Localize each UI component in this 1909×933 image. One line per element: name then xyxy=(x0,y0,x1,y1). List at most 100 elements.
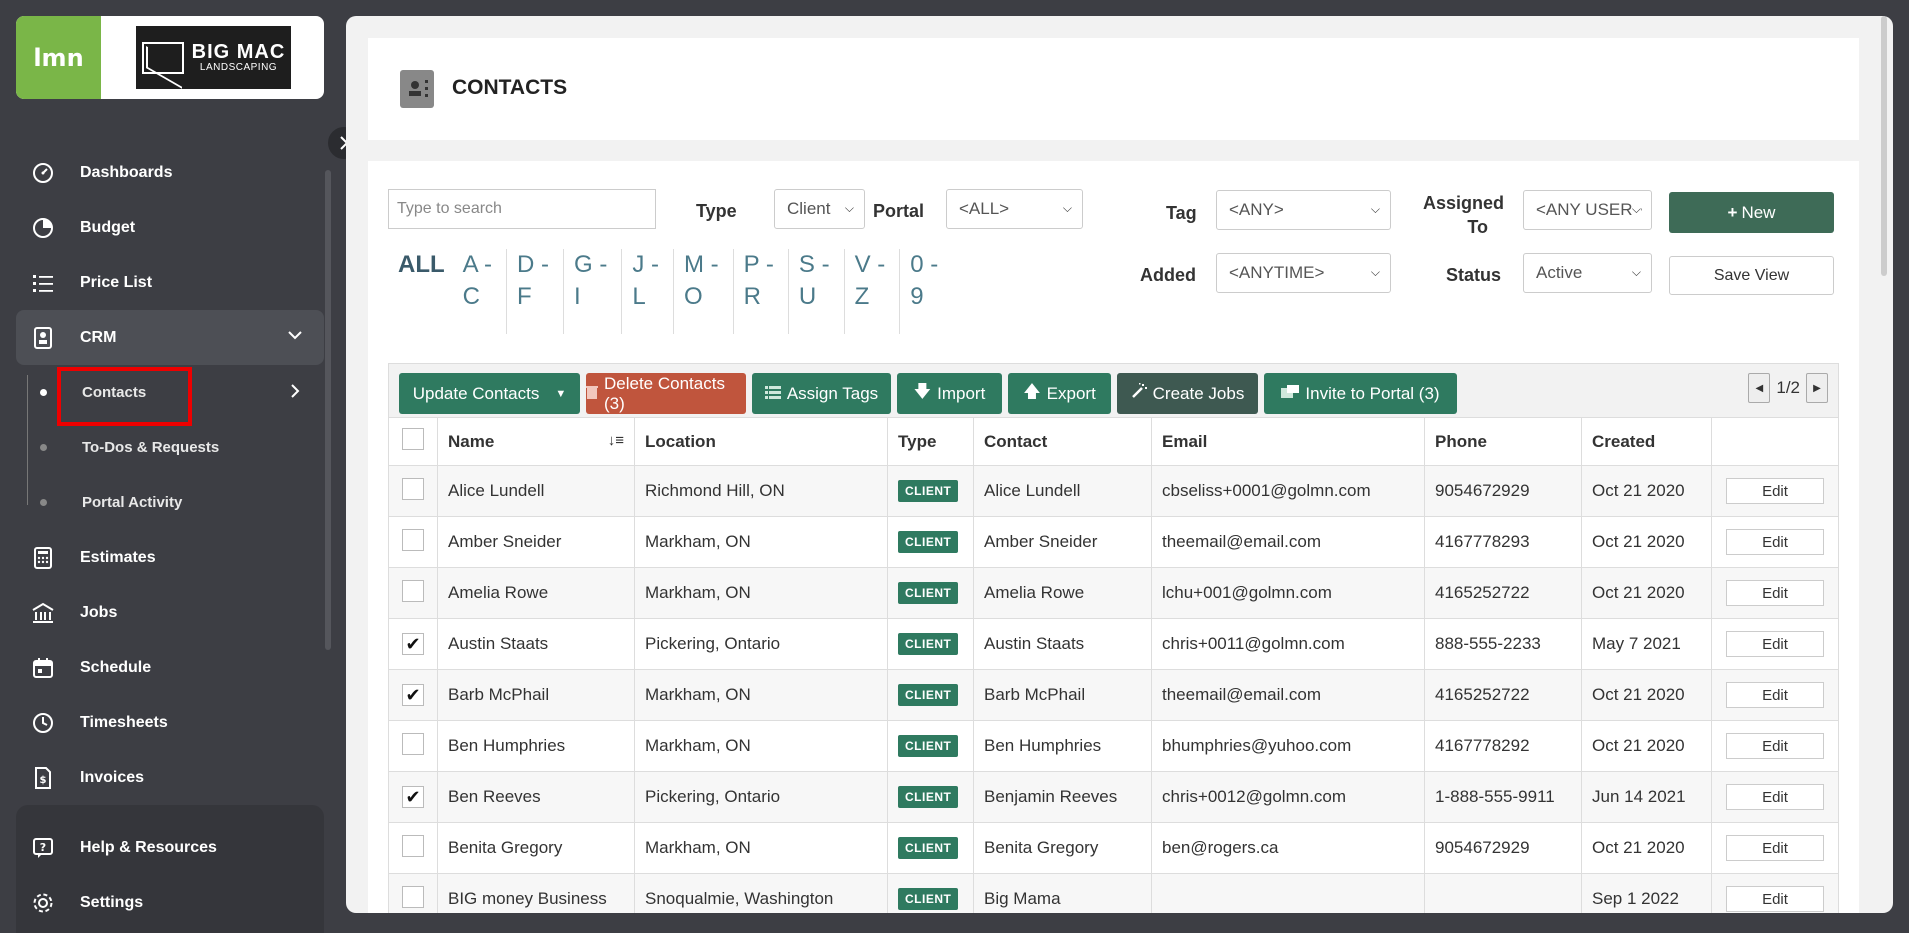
column-header-type[interactable]: Type xyxy=(887,417,974,466)
alpha-0-9[interactable]: 0 -9 xyxy=(900,249,952,334)
nav-item-timesheets[interactable]: Timesheets xyxy=(16,695,324,750)
nav-sub-portal-activity[interactable]: Portal Activity xyxy=(16,475,324,530)
alpha-m-o[interactable]: M - O xyxy=(674,249,734,334)
column-header-created[interactable]: Created xyxy=(1581,417,1712,466)
alpha-label: Z xyxy=(854,283,870,310)
nav-item-estimates[interactable]: Estimates xyxy=(16,530,324,585)
row-checkbox[interactable] xyxy=(402,885,424,908)
cell-email xyxy=(1151,873,1425,913)
lmn-logo[interactable]: lmn xyxy=(16,16,101,99)
alpha-a-c[interactable]: A - C xyxy=(453,249,507,334)
previous-page-button[interactable]: ◀ xyxy=(1748,373,1771,403)
column-header-contact[interactable]: Contact xyxy=(973,417,1152,466)
nav-item-crm[interactable]: CRM xyxy=(16,310,324,365)
invite-portal-button[interactable]: Invite to Portal (3) xyxy=(1264,373,1457,414)
export-button[interactable]: 🡅 Export xyxy=(1008,373,1111,414)
alpha-label: L xyxy=(632,283,646,310)
nav-item-price-list[interactable]: Price List xyxy=(16,255,324,310)
status-value: Active xyxy=(1536,263,1583,282)
table-row[interactable]: Ben Humphries Markham, ON CLIENT Ben Humphr… xyxy=(388,720,1839,772)
name-text: Benita Gregory xyxy=(448,838,563,857)
alpha-all[interactable]: ALL xyxy=(388,249,453,334)
alpha-s-u[interactable]: S - U xyxy=(789,249,845,334)
added-select[interactable]: <ANYTIME> ⌵ xyxy=(1216,253,1391,293)
alpha-v-z[interactable]: V - Z xyxy=(845,249,901,334)
table-row[interactable]: Amelia Rowe Markham, ON CLIENT Amelia Rowe l… xyxy=(388,567,1839,619)
row-checkbox[interactable] xyxy=(402,528,424,551)
sort-descending-icon[interactable]: ↓≡ xyxy=(608,432,624,449)
tags-icon xyxy=(764,384,781,404)
table-row[interactable]: Alice Lundell Richmond Hill, ON CLIENT Alic… xyxy=(388,465,1839,517)
row-checkbox[interactable]: ✔ xyxy=(402,684,424,706)
row-checkbox[interactable] xyxy=(402,579,424,602)
assign-tags-button[interactable]: Assign Tags xyxy=(752,373,891,414)
edit-button[interactable]: Edit xyxy=(1726,631,1824,657)
alpha-label: R xyxy=(743,283,761,310)
nav-item-invoices[interactable]: $ Invoices xyxy=(16,750,324,805)
alpha-g-i[interactable]: G - I xyxy=(564,249,623,334)
assigned-to-select[interactable]: <ANY USER> ⌵ xyxy=(1523,190,1652,230)
edit-button[interactable]: Edit xyxy=(1726,478,1824,504)
cell-type: CLIENT xyxy=(887,567,974,619)
sidebar-scrollbar[interactable] xyxy=(325,170,331,650)
nav-item-settings[interactable]: Settings xyxy=(16,875,324,930)
create-jobs-button[interactable]: Create Jobs xyxy=(1117,373,1258,414)
cell-phone: 9054672929 xyxy=(1424,822,1582,874)
table-row[interactable]: ✔ Ben Reeves Pickering, Ontario CLIENT Benja… xyxy=(388,771,1839,823)
row-checkbox[interactable] xyxy=(402,834,424,857)
delete-contacts-button[interactable]: Delete Contacts (3) xyxy=(586,373,746,414)
nav-item-jobs[interactable]: Jobs xyxy=(16,585,324,640)
nav-item-budget[interactable]: Budget xyxy=(16,200,324,255)
edit-button[interactable]: Edit xyxy=(1726,682,1824,708)
nav-item-help[interactable]: ? Help & Resources xyxy=(16,820,324,875)
column-header-name[interactable]: Name ↓≡ xyxy=(437,417,635,466)
alpha-label: I xyxy=(574,283,581,310)
table-row[interactable]: ✔ Barb McPhail Markham, ON CLIENT Barb McPha… xyxy=(388,669,1839,721)
client-type-badge: CLIENT xyxy=(898,531,959,553)
cell-email: bhumphries@yuhoo.com xyxy=(1151,720,1425,772)
invite-label: Invite to Portal (3) xyxy=(1305,383,1440,403)
update-contacts-button[interactable]: Update Contacts ▼ xyxy=(399,373,580,414)
row-checkbox[interactable]: ✔ xyxy=(402,786,424,808)
table-row[interactable]: Benita Gregory Markham, ON CLIENT Benita Gr… xyxy=(388,822,1839,874)
tag-select[interactable]: <ANY> ⌵ xyxy=(1216,190,1391,230)
edit-button[interactable]: Edit xyxy=(1726,886,1824,912)
email-text: chris+0011@golmn.com xyxy=(1162,634,1345,653)
main-scrollbar[interactable] xyxy=(1881,16,1887,276)
cell-edit: Edit xyxy=(1711,618,1839,670)
table-row[interactable]: ✔ Austin Staats Pickering, Ontario CLIENT Au… xyxy=(388,618,1839,670)
nav-item-schedule[interactable]: Schedule xyxy=(16,640,324,695)
import-button[interactable]: 🡇 Import xyxy=(897,373,1002,414)
row-checkbox[interactable]: ✔ xyxy=(402,633,424,655)
search-input[interactable]: Type to search xyxy=(388,189,656,229)
portal-select[interactable]: <ALL> ⌵ xyxy=(946,189,1083,229)
column-header-location[interactable]: Location xyxy=(634,417,888,466)
nav-item-dashboards[interactable]: Dashboards xyxy=(16,145,324,200)
status-select[interactable]: Active ⌵ xyxy=(1523,253,1652,293)
cell-contact: Amber Sneider xyxy=(973,516,1152,568)
row-checkbox[interactable] xyxy=(402,732,424,755)
table-row[interactable]: Amber Sneider Markham, ON CLIENT Amber Snei… xyxy=(388,516,1839,568)
row-checkbox[interactable] xyxy=(402,477,424,500)
edit-button[interactable]: Edit xyxy=(1726,784,1824,810)
new-contact-button[interactable]: + New xyxy=(1669,192,1834,233)
edit-button[interactable]: Edit xyxy=(1726,733,1824,759)
tag-value: <ANY> xyxy=(1229,200,1284,219)
save-view-button[interactable]: Save View xyxy=(1669,256,1834,295)
nav-sub-todos[interactable]: To-Dos & Requests xyxy=(16,420,324,475)
trash-icon xyxy=(586,384,598,404)
alpha-j-l[interactable]: J - L xyxy=(622,249,674,334)
type-select[interactable]: Client ⌵ xyxy=(774,189,865,229)
table-row[interactable]: BIG money Business Snoqualmie, Washington… xyxy=(388,873,1839,913)
client-type-badge: CLIENT xyxy=(898,582,959,604)
column-header-email[interactable]: Email xyxy=(1151,417,1425,466)
edit-button[interactable]: Edit xyxy=(1726,529,1824,555)
next-page-button[interactable]: ▶ xyxy=(1806,373,1828,403)
edit-button[interactable]: Edit xyxy=(1726,580,1824,606)
edit-button[interactable]: Edit xyxy=(1726,835,1824,861)
alpha-d-f[interactable]: D - F xyxy=(507,249,564,334)
column-header-phone[interactable]: Phone xyxy=(1424,417,1582,466)
email-text: chris+0012@golmn.com xyxy=(1162,787,1347,806)
select-all-checkbox[interactable] xyxy=(402,428,424,450)
alpha-p-r[interactable]: P - R xyxy=(734,249,789,334)
